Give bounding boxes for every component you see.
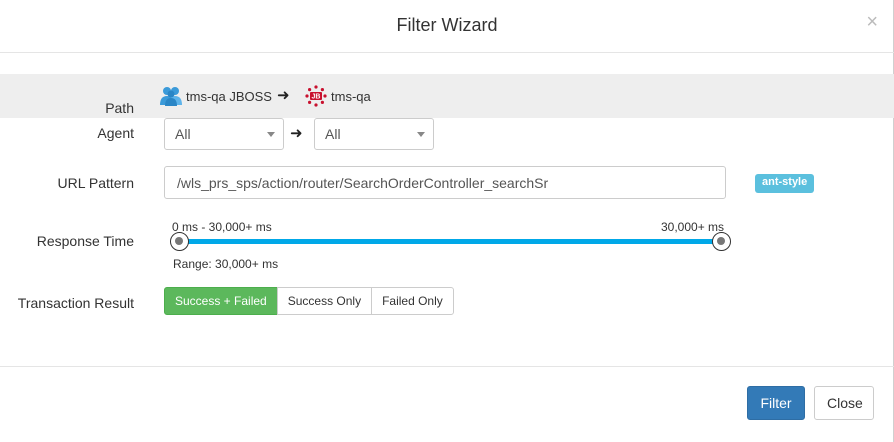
close-icon[interactable]: × — [866, 12, 878, 32]
filter-wizard-modal: Filter Wizard × Path tms-qa JBOSS ➜ JB t… — [0, 0, 894, 442]
slider-max-handle[interactable] — [712, 232, 731, 251]
response-time-slider-track[interactable] — [179, 239, 722, 244]
jboss-icon: JB — [305, 85, 327, 107]
chevron-down-icon — [267, 132, 275, 137]
close-button[interactable]: Close — [814, 386, 874, 420]
path-from: tms-qa JBOSS — [160, 85, 272, 107]
range-left-text: 0 ms - 30,000+ ms — [172, 220, 272, 234]
path-arrow-icon: ➜ — [277, 87, 290, 104]
transaction-result-label: Transaction Result — [17, 295, 134, 311]
ant-style-badge: ant-style — [755, 174, 815, 193]
failed-only-option[interactable]: Failed Only — [371, 287, 454, 315]
agent-from-select[interactable]: All — [164, 118, 284, 150]
path-label: Path — [105, 100, 134, 116]
agent-label: Agent — [97, 125, 134, 141]
range-summary: Range: 30,000+ ms — [173, 257, 279, 271]
slider-min-handle[interactable] — [170, 232, 189, 251]
agent-to-select[interactable]: All — [314, 118, 434, 150]
url-pattern-label: URL Pattern — [57, 175, 134, 191]
chevron-down-icon — [417, 132, 425, 137]
path-to: JB tms-qa — [305, 85, 371, 107]
svg-text:JB: JB — [312, 94, 321, 101]
path-band — [0, 74, 894, 118]
success-failed-option[interactable]: Success + Failed — [164, 287, 278, 315]
response-time-label: Response Time — [36, 233, 134, 249]
modal-header: Filter Wizard × — [0, 0, 894, 53]
path-from-name: tms-qa JBOSS — [186, 88, 272, 104]
users-group-icon — [160, 85, 182, 107]
filter-button[interactable]: Filter — [747, 386, 805, 420]
success-only-option[interactable]: Success Only — [276, 287, 373, 315]
agent-arrow-icon: ➜ — [290, 125, 303, 142]
url-pattern-input[interactable]: /wls_prs_sps/action/router/SearchOrderCo… — [164, 166, 726, 199]
agent-from-value: All — [175, 126, 191, 142]
modal-title: Filter Wizard — [396, 15, 498, 35]
agent-to-value: All — [325, 126, 341, 142]
path-to-name: tms-qa — [331, 88, 371, 104]
transaction-result-group: Success + Failed Success Only Failed Onl… — [164, 287, 454, 315]
range-right-text: 30,000+ ms — [661, 220, 725, 234]
